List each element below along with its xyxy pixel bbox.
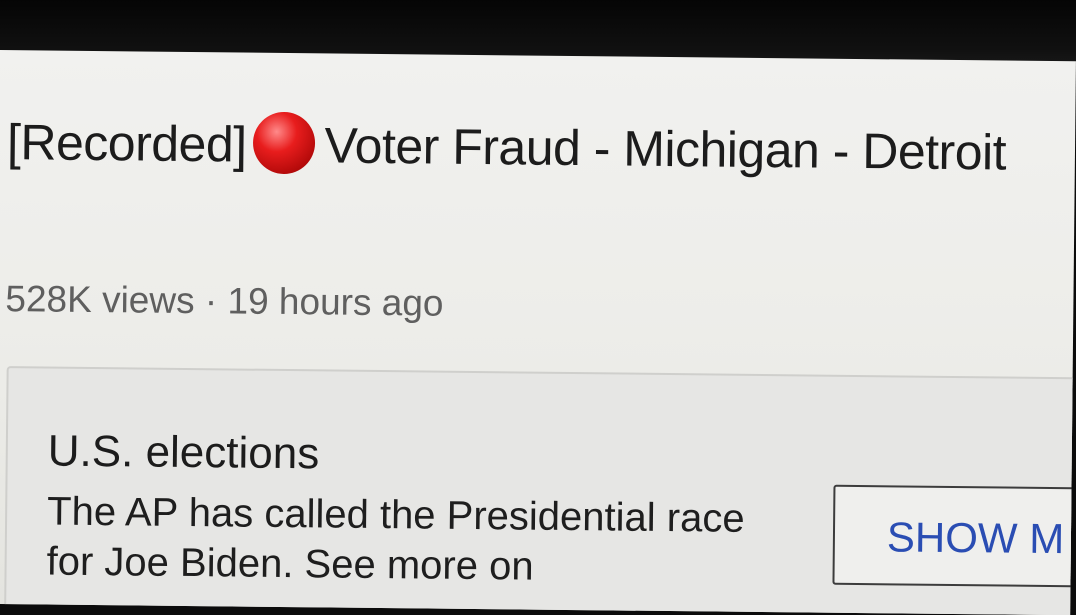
- view-count: 528K views: [5, 278, 195, 322]
- video-meta: 528K views · 19 hours ago: [5, 278, 444, 325]
- video-title-prefix: [Recorded]: [6, 114, 247, 173]
- upload-age: 19 hours ago: [227, 280, 444, 324]
- video-title: [Recorded] Voter Fraud - Michigan - Detro…: [7, 102, 1068, 193]
- info-panel-body: The AP has called the Presidential race …: [46, 489, 745, 589]
- show-more-button[interactable]: SHOW M: [832, 484, 1076, 588]
- info-panel-heading: U.S. elections: [47, 426, 320, 479]
- election-info-panel: U.S. elections The AP has called the Pre…: [3, 366, 1076, 615]
- meta-separator: ·: [204, 280, 218, 322]
- red-circle-icon: [252, 111, 315, 175]
- phone-screen: [Recorded] Voter Fraud - Michigan - Detro…: [0, 50, 1076, 615]
- video-title-text: Voter Fraud - Michigan - Detroit: [324, 117, 1007, 181]
